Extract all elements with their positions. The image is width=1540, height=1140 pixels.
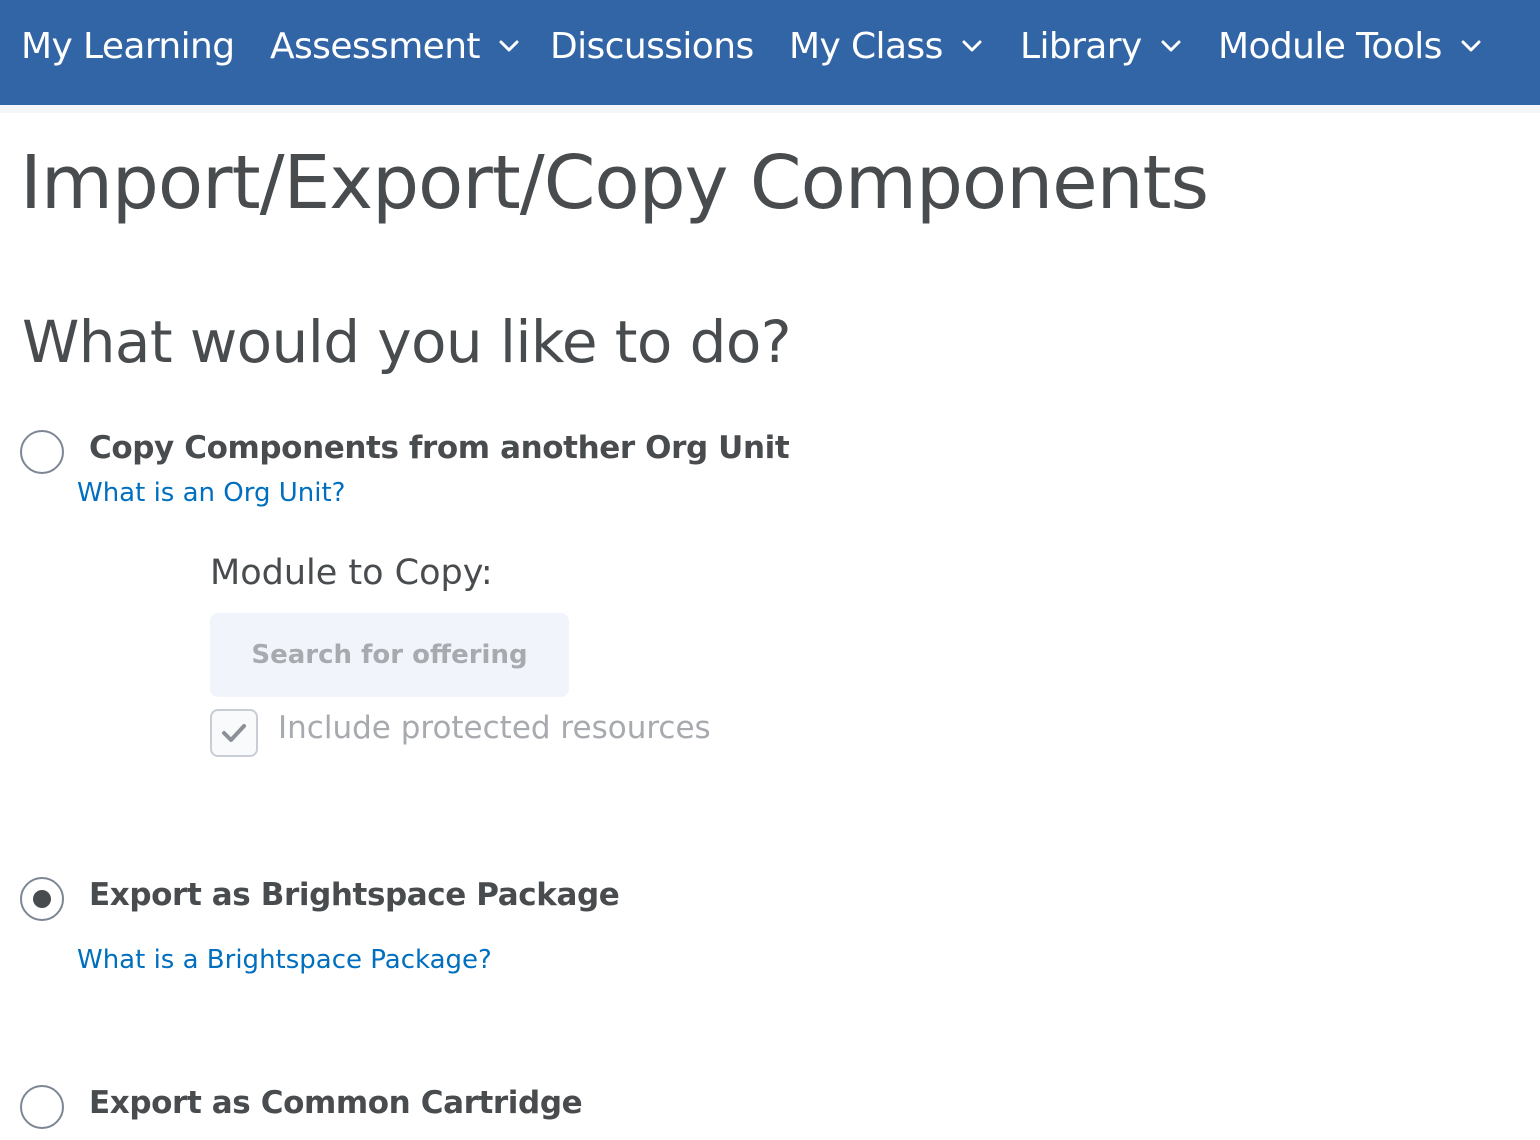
radio-export-brightspace[interactable] xyxy=(20,877,64,921)
nav-library-label: Library xyxy=(1020,25,1142,67)
nav-library[interactable]: Library xyxy=(1020,0,1182,92)
nav-my-learning[interactable]: My Learning xyxy=(21,0,235,92)
nav-assessment[interactable]: Assessment xyxy=(270,0,520,92)
help-link-brightspace-package[interactable]: What is a Brightspace Package? xyxy=(77,945,492,975)
nav-my-class-label: My Class xyxy=(789,25,943,67)
nav-discussions-label: Discussions xyxy=(550,25,754,67)
module-to-copy-label: Module to Copy: xyxy=(210,553,493,593)
option-export-brightspace-label[interactable]: Export as Brightspace Package xyxy=(89,877,620,913)
option-copy-components-label[interactable]: Copy Components from another Org Unit xyxy=(89,430,790,466)
chevron-down-icon xyxy=(499,40,519,52)
nav-module-tools[interactable]: Module Tools xyxy=(1218,0,1482,92)
nav-my-class[interactable]: My Class xyxy=(789,0,983,92)
top-navbar: My Learning Assessment Discussions My Cl… xyxy=(0,0,1540,105)
section-question: What would you like to do? xyxy=(22,308,792,376)
include-protected-checkbox[interactable] xyxy=(210,709,258,757)
search-offering-button[interactable]: Search for offering xyxy=(210,613,569,697)
search-offering-label: Search for offering xyxy=(251,640,528,670)
chevron-down-icon xyxy=(1161,40,1181,52)
radio-copy-components[interactable] xyxy=(20,430,64,474)
nav-discussions[interactable]: Discussions xyxy=(550,0,754,92)
option-export-common-cartridge-label[interactable]: Export as Common Cartridge xyxy=(89,1085,583,1121)
checkmark-icon xyxy=(222,724,246,742)
nav-my-learning-label: My Learning xyxy=(21,25,235,67)
chevron-down-icon xyxy=(962,40,982,52)
include-protected-label: Include protected resources xyxy=(278,710,711,746)
radio-export-common-cartridge[interactable] xyxy=(20,1085,64,1129)
help-link-org-unit[interactable]: What is an Org Unit? xyxy=(77,478,345,508)
chevron-down-icon xyxy=(1461,40,1481,52)
nav-divider xyxy=(0,105,1540,113)
nav-module-tools-label: Module Tools xyxy=(1218,25,1442,67)
page-title: Import/Export/Copy Components xyxy=(20,140,1209,226)
nav-assessment-label: Assessment xyxy=(270,25,481,67)
